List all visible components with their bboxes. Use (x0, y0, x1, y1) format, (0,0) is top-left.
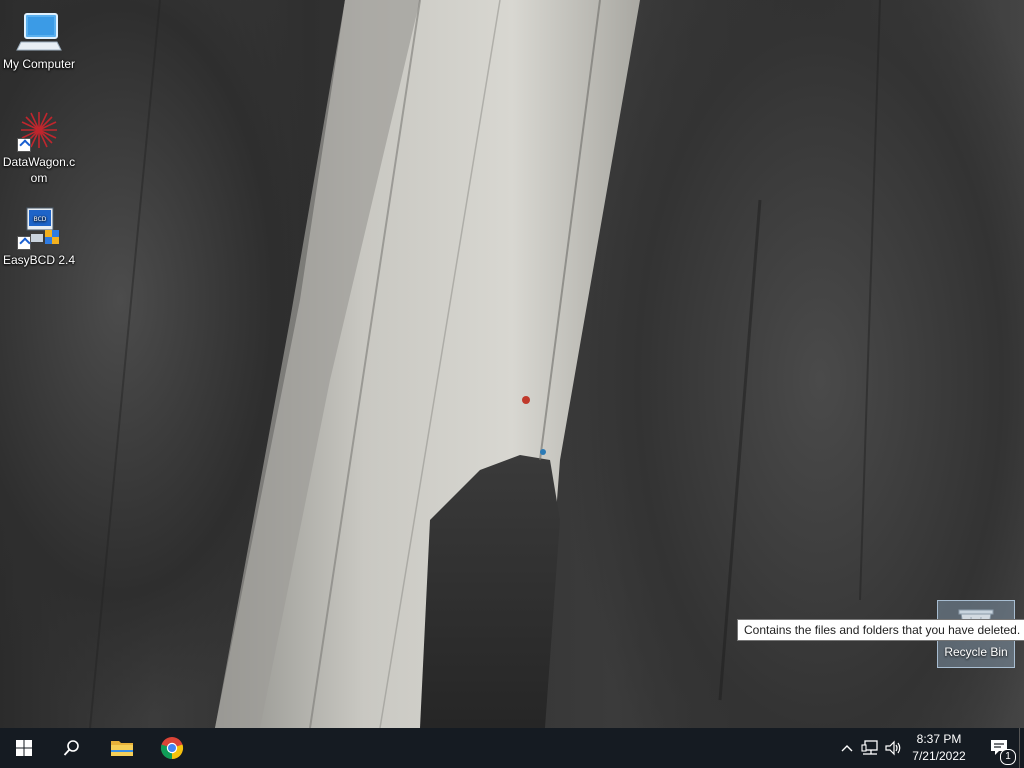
shortcut-arrow-icon (17, 236, 31, 250)
search-icon (63, 740, 79, 756)
notification-badge: 1 (1000, 749, 1016, 765)
datawagon-icon (15, 108, 63, 152)
desktop-icon-label: My Computer (2, 57, 76, 71)
wallpaper-rock-slab (89, 0, 881, 729)
tray-network[interactable] (861, 738, 879, 758)
start-button[interactable] (0, 728, 48, 768)
desktop-icon-label: DataWagon.com (2, 155, 76, 185)
shortcut-arrow-icon (17, 138, 31, 152)
chevron-up-icon (841, 745, 853, 752)
taskbar-chrome[interactable] (148, 728, 196, 768)
windows-logo-icon (16, 740, 32, 756)
taskbar-file-explorer[interactable] (98, 728, 146, 768)
tray-overflow-button[interactable] (838, 738, 856, 758)
desktop-icon-label: EasyBCD 2.4 (2, 253, 76, 267)
action-center-button[interactable]: 1 (982, 728, 1018, 768)
desktop-icon-easybcd[interactable]: BCD EasyBCD 2.4 (1, 206, 77, 268)
desktop-icon-label: Recycle Bin (944, 645, 1008, 659)
chrome-icon (160, 737, 184, 760)
search-button[interactable] (48, 728, 96, 768)
clock-date: 7/21/2022 (912, 749, 966, 763)
show-desktop-button[interactable] (1019, 728, 1024, 768)
taskbar: 8:37 PM 7/21/2022 1 (0, 728, 1024, 768)
svg-text:BCD: BCD (34, 216, 47, 223)
desktop: My Computer DataWagon.com BCD EasyBCD 2.… (0, 0, 1024, 768)
clock[interactable]: 8:37 PM 7/21/2022 (900, 731, 978, 765)
desktop-icon-my-computer[interactable]: My Computer (1, 10, 77, 72)
folder-icon (111, 741, 133, 756)
computer-icon (15, 10, 63, 54)
desktop-icon-datawagon[interactable]: DataWagon.com (1, 108, 77, 186)
network-icon (861, 740, 878, 755)
clock-time: 8:37 PM (916, 732, 962, 746)
tooltip: Contains the files and folders that you … (737, 619, 1024, 641)
easybcd-icon: BCD (15, 206, 63, 250)
